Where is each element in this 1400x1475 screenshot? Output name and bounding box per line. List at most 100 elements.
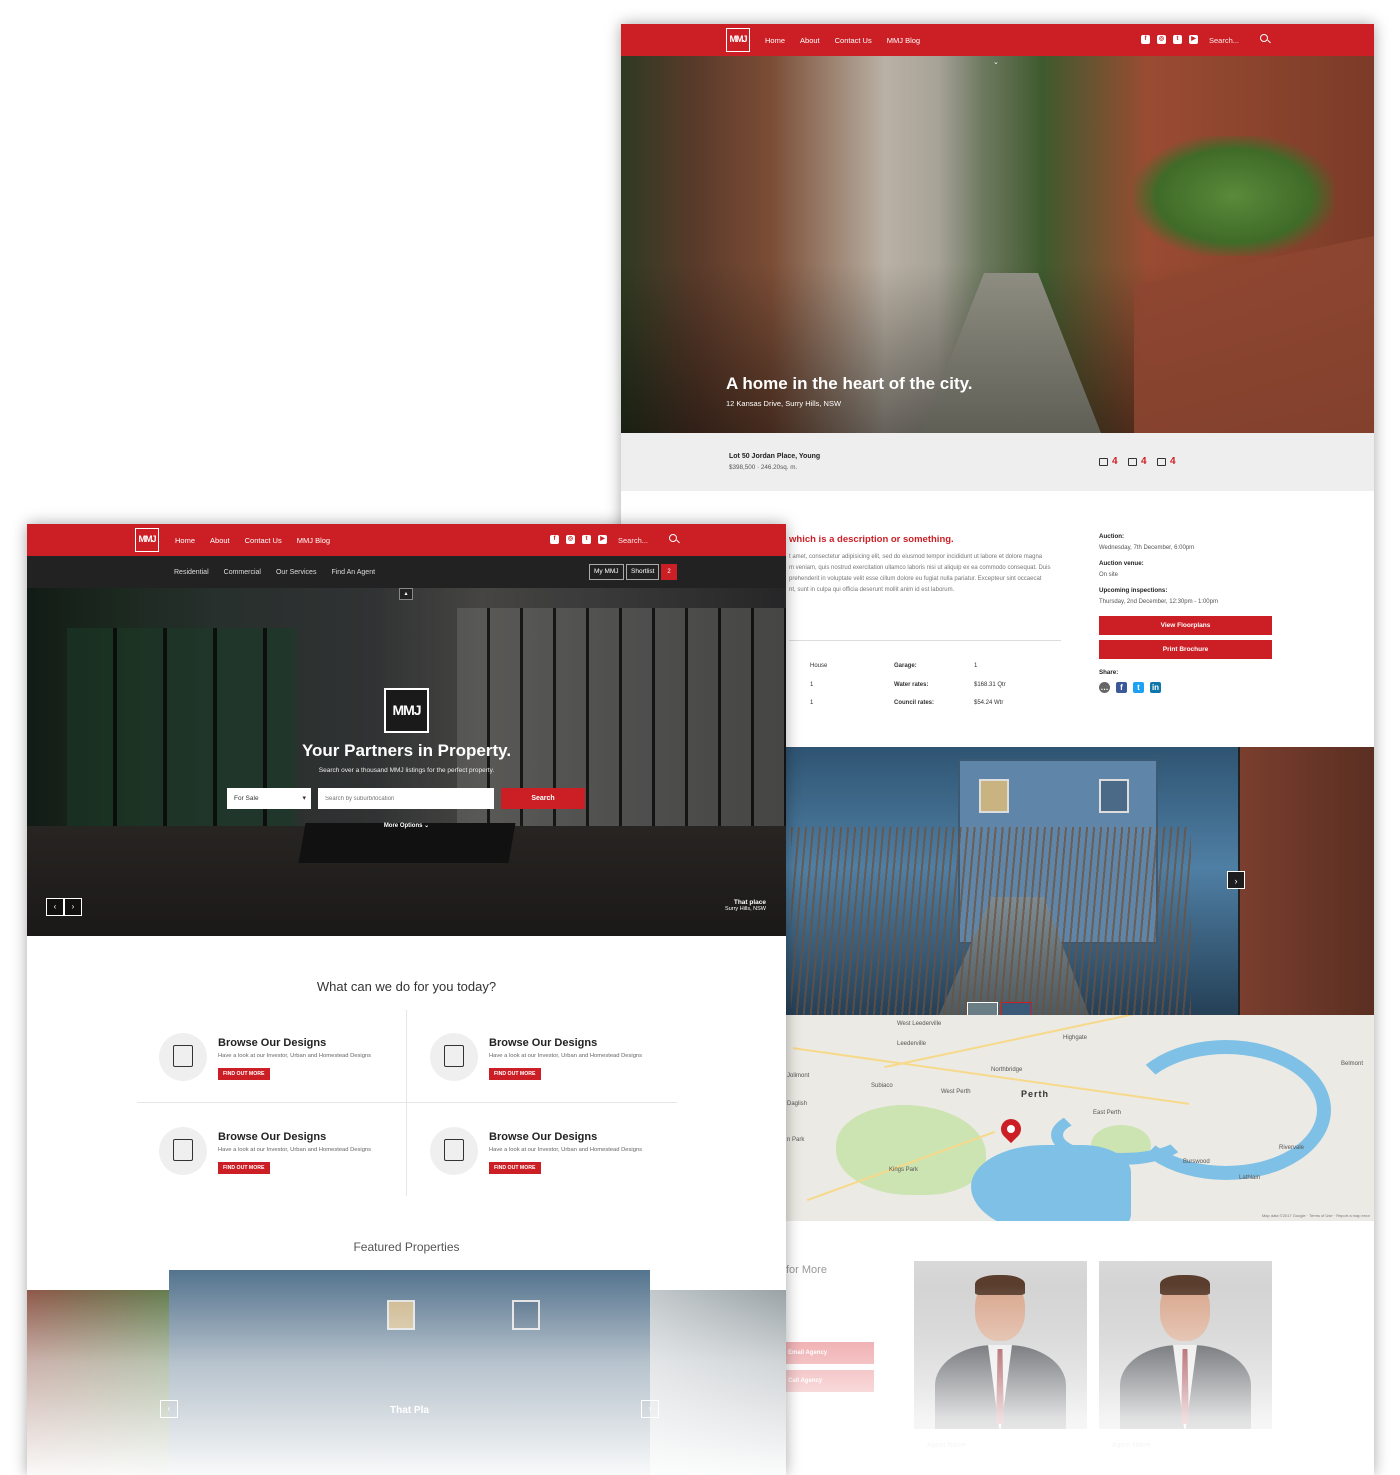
spec-water-value: $168.31 Qtr [974, 682, 1006, 688]
feature-car: 4 [1128, 456, 1147, 467]
spec-value: 1 [810, 700, 814, 706]
find-out-more-button[interactable]: FIND OUT MORE [489, 1162, 541, 1174]
house-document-icon [159, 1127, 207, 1175]
youtube-icon[interactable]: ▶ [598, 535, 607, 544]
venue-label: Auction venue: [1099, 560, 1144, 567]
email-agency-button[interactable]: Email Agency [786, 1342, 874, 1364]
instagram-icon[interactable]: ◎ [1157, 35, 1166, 44]
featured-carousel: ‹ › That Pla [27, 1270, 786, 1475]
twitter-icon[interactable]: t [582, 535, 591, 544]
facebook-icon[interactable]: f [550, 535, 559, 544]
nav-links: Home About Contact Us MMJ Blog [175, 536, 330, 545]
chat-icon[interactable]: … [1099, 682, 1110, 693]
search-icon[interactable] [669, 534, 677, 542]
nav-about[interactable]: About [210, 536, 230, 545]
mmj-logo[interactable]: MMJ [135, 528, 159, 552]
nav-about[interactable]: About [800, 36, 820, 45]
agent-name: Agent Name [1112, 1442, 1151, 1449]
top-nav: MMJ Home About Contact Us MMJ Blog f ◎ t… [27, 524, 786, 556]
service-card: Browse Our Designs Have a look at our In… [430, 1033, 670, 1093]
map-city-label: Perth [1021, 1089, 1050, 1099]
view-floorplans-button[interactable]: View Floorplans [1099, 616, 1272, 635]
chevron-down-icon: ⌄ [424, 823, 430, 829]
my-mmj-button[interactable]: My MMJ [589, 564, 624, 580]
map-pin-icon[interactable] [996, 1114, 1026, 1144]
spec-water-label: Water rates: [894, 682, 929, 688]
youtube-icon[interactable]: ▶ [1189, 35, 1198, 44]
bed-icon [1157, 457, 1166, 466]
venue-value: On site [1099, 572, 1119, 578]
agent-photo [914, 1261, 1087, 1429]
top-nav: MMJ Home About Contact Us MMJ Blog f ◎ t… [621, 24, 1374, 56]
agent-photo [1099, 1261, 1272, 1429]
building-icon [430, 1033, 478, 1081]
twitter-icon[interactable]: t [1173, 35, 1182, 44]
next-slide-button[interactable]: › [64, 898, 82, 916]
map-credit: Map data ©2017 Google · Terms of Use · R… [1261, 1213, 1370, 1218]
search-button[interactable]: Search [501, 788, 585, 809]
find-out-more-button[interactable]: FIND OUT MORE [218, 1162, 270, 1174]
home-page-window: MMJ Home About Contact Us MMJ Blog f ◎ t… [27, 524, 786, 1475]
facebook-icon[interactable]: f [1116, 682, 1127, 693]
house-person-icon [159, 1033, 207, 1081]
listing-type-select[interactable]: For Sale [227, 788, 311, 809]
search-input[interactable]: Search... [618, 536, 648, 545]
nav-contact[interactable]: Contact Us [245, 536, 282, 545]
subnav-find-agent[interactable]: Find An Agent [331, 569, 375, 576]
description-title: which is a description or something. [789, 534, 954, 545]
car-icon [1128, 457, 1137, 466]
nav-home[interactable]: Home [765, 36, 785, 45]
section-heading: What can we do for you today? [316, 979, 497, 994]
shortlist-count-badge: 2 [661, 564, 677, 580]
spec-value: 1 [810, 682, 814, 688]
facebook-icon[interactable]: f [1141, 35, 1150, 44]
description-text: t amet, consectetur adipisicing elit, se… [789, 554, 1051, 593]
hero-banner: ▴ MMJ Your Partners in Property. Search … [27, 588, 786, 936]
location-search-input[interactable] [318, 788, 494, 809]
hero-subtitle: Search over a thousand MMJ listings for … [318, 767, 495, 774]
service-card: Browse Our Designs Have a look at our In… [430, 1127, 670, 1187]
more-options-toggle[interactable]: More Options ⌄ [27, 822, 786, 829]
spec-type-value: House [810, 663, 828, 669]
spec-garage-label: Garage: [894, 663, 917, 669]
auction-value: Wednesday, 7th December, 6:00pm [1099, 545, 1195, 551]
print-brochure-button[interactable]: Print Brochure [1099, 640, 1272, 659]
mmj-logo[interactable]: MMJ [726, 28, 750, 52]
instagram-icon[interactable]: ◎ [566, 535, 575, 544]
subnav-services[interactable]: Our Services [276, 569, 316, 576]
social-links: f ◎ t ▶ [550, 535, 607, 544]
twitter-icon[interactable]: t [1133, 682, 1144, 693]
hero-slider-controls: ‹ › [46, 898, 82, 916]
inspections-label: Upcoming inspections: [1099, 587, 1168, 594]
chevron-up-icon[interactable]: ▴ [399, 588, 413, 600]
search-icon[interactable] [1260, 34, 1268, 42]
agent-name: Agent Name [927, 1442, 966, 1449]
find-out-more-button[interactable]: FIND OUT MORE [218, 1068, 270, 1080]
linkedin-icon[interactable]: in [1150, 682, 1161, 693]
inspections-value: Thursday, 2nd December, 12:30pm - 1:00pm [1099, 599, 1218, 605]
service-card: Browse Our Designs Have a look at our In… [159, 1127, 399, 1187]
share-links: … f t in [1099, 682, 1161, 693]
featured-property-name: That Pla [390, 1405, 429, 1416]
nav-contact[interactable]: Contact Us [835, 36, 872, 45]
mmj-logo-large: MMJ [384, 688, 429, 733]
sub-nav-links: Residential Commercial Our Services Find… [174, 569, 375, 576]
hero-address: 12 Kansas Drive, Surry Hills, NSW [726, 399, 842, 408]
auction-label: Auction: [1099, 533, 1125, 540]
nav-blog[interactable]: MMJ Blog [297, 536, 330, 545]
prev-slide-button[interactable]: ‹ [46, 898, 64, 916]
gallery-next-button[interactable]: › [1227, 871, 1245, 889]
sub-nav: Residential Commercial Our Services Find… [27, 556, 786, 588]
nav-home[interactable]: Home [175, 536, 195, 545]
find-out-more-button[interactable]: FIND OUT MORE [489, 1068, 541, 1080]
chevron-down-icon[interactable]: ⌄ [993, 58, 1001, 66]
contact-heading: for More [786, 1264, 827, 1276]
call-agency-button[interactable]: Call Agency [786, 1370, 874, 1392]
listing-summary: Lot 50 Jordan Place, Young $398,500 · 24… [621, 433, 1374, 491]
subnav-commercial[interactable]: Commercial [224, 569, 261, 576]
shortlist-button[interactable]: Shortlist [626, 564, 660, 580]
subnav-residential[interactable]: Residential [174, 569, 209, 576]
nav-blog[interactable]: MMJ Blog [887, 36, 920, 45]
hero-title: A home in the heart of the city. [726, 374, 973, 393]
search-input[interactable]: Search... [1209, 36, 1239, 45]
